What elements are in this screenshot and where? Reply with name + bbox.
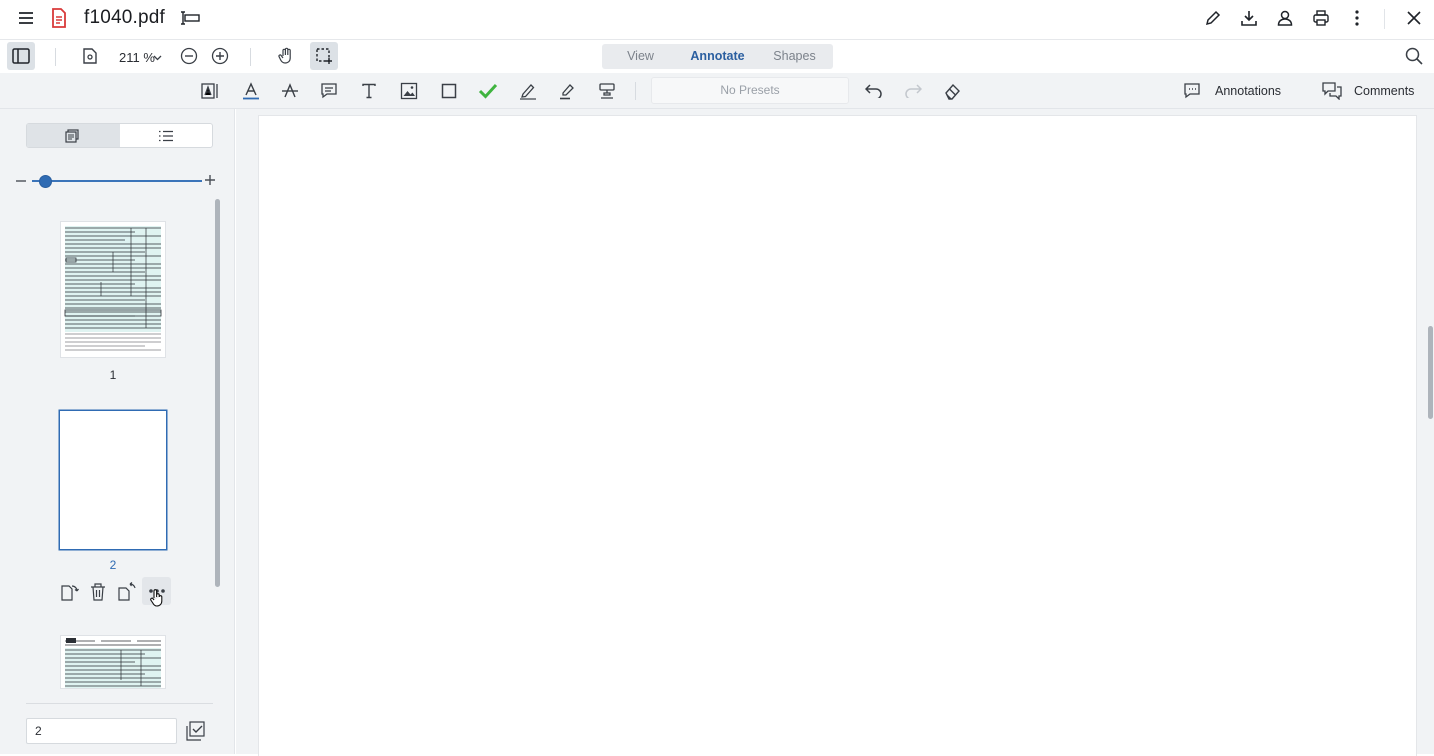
form-page-preview: [64, 226, 162, 351]
stamp-icon[interactable]: [595, 79, 619, 103]
text-icon[interactable]: [357, 79, 381, 103]
outline-view-button[interactable]: [120, 124, 213, 147]
annotations-button[interactable]: Annotations: [1215, 84, 1281, 98]
thumbnail-scrollbar[interactable]: [215, 199, 220, 587]
pan-hand-icon[interactable]: [272, 42, 300, 70]
presets-dropdown[interactable]: No Presets: [651, 77, 849, 104]
edit-icon[interactable]: [1199, 4, 1227, 32]
rename-icon[interactable]: [177, 4, 205, 32]
zoom-out-icon[interactable]: [175, 42, 203, 70]
thumbnail-panel: 1 2 2: [0, 109, 235, 754]
rotate-clockwise-icon[interactable]: [59, 582, 79, 602]
strikethrough-text-icon[interactable]: [278, 79, 302, 103]
text-field-icon[interactable]: [198, 79, 222, 103]
pdf-file-icon: [45, 4, 73, 32]
comments-icon[interactable]: [1320, 79, 1344, 103]
checkmark-icon[interactable]: [476, 79, 500, 103]
tab-annotate[interactable]: Annotate: [679, 44, 756, 69]
page-number-label: 1: [109, 368, 117, 382]
plus-icon: [205, 175, 215, 185]
document-title: f1040.pdf: [84, 7, 166, 28]
print-icon[interactable]: [1307, 4, 1335, 32]
slider-handle[interactable]: [39, 175, 52, 188]
download-icon[interactable]: [1235, 4, 1263, 32]
delete-icon[interactable]: [89, 582, 107, 602]
panel-view-toggle: [26, 123, 213, 148]
chevron-down-icon[interactable]: [150, 44, 164, 72]
divider: [55, 48, 56, 66]
rectangle-icon[interactable]: [437, 79, 461, 103]
list-icon: [158, 130, 173, 141]
more-vertical-icon[interactable]: [1343, 4, 1371, 32]
document-viewer: [236, 109, 1434, 756]
form-page-preview: [65, 638, 161, 688]
title-bar: f1040.pdf: [0, 0, 1434, 40]
hand-cursor-icon: [149, 588, 165, 608]
marquee-select-icon[interactable]: [310, 42, 338, 70]
comments-button[interactable]: Comments: [1354, 84, 1414, 98]
redo-icon[interactable]: [901, 79, 925, 103]
select-pages-icon[interactable]: [186, 721, 206, 741]
divider: [1384, 9, 1385, 29]
highlighter-icon[interactable]: [555, 79, 579, 103]
thumbnail-size-slider[interactable]: [32, 180, 202, 182]
menu-icon[interactable]: [12, 4, 40, 32]
image-icon[interactable]: [397, 79, 421, 103]
minus-icon: [16, 180, 26, 182]
divider: [26, 703, 213, 704]
annotations-icon[interactable]: [1180, 79, 1204, 103]
page-thumbnail-1[interactable]: [61, 222, 165, 357]
page-thumbnail-2[interactable]: [60, 411, 166, 549]
tab-shapes[interactable]: Shapes: [756, 44, 833, 69]
undo-icon[interactable]: [862, 79, 886, 103]
rotate-counterclockwise-icon[interactable]: [117, 582, 137, 602]
thumbnail-size-increase[interactable]: [204, 174, 216, 186]
user-icon[interactable]: [1271, 4, 1299, 32]
underline-text-icon[interactable]: [239, 79, 263, 103]
document-page[interactable]: [259, 116, 1416, 756]
pen-icon[interactable]: [516, 79, 540, 103]
thumbnails-view-button[interactable]: [27, 124, 120, 147]
page-number-input[interactable]: 2: [26, 718, 177, 744]
tab-view[interactable]: View: [602, 44, 679, 69]
divider: [250, 48, 251, 66]
zoom-in-icon[interactable]: [206, 42, 234, 70]
close-icon[interactable]: [1400, 4, 1428, 32]
page-number-label: 2: [109, 558, 117, 572]
sidebar-toggle-icon[interactable]: [7, 42, 35, 70]
annotation-toolbar: No Presets Annotations Comments: [0, 73, 1434, 109]
mode-tabs: View Annotate Shapes: [602, 44, 833, 69]
search-icon[interactable]: [1400, 42, 1428, 70]
comment-icon[interactable]: [317, 79, 341, 103]
eraser-icon[interactable]: [941, 79, 965, 103]
page-fit-icon[interactable]: [76, 42, 104, 70]
thumbnails-icon: [65, 128, 79, 143]
thumbnail-size-decrease[interactable]: [15, 175, 27, 187]
page-thumbnail-3[interactable]: [61, 636, 165, 688]
divider: [635, 82, 636, 100]
document-scrollbar[interactable]: [1428, 326, 1433, 419]
